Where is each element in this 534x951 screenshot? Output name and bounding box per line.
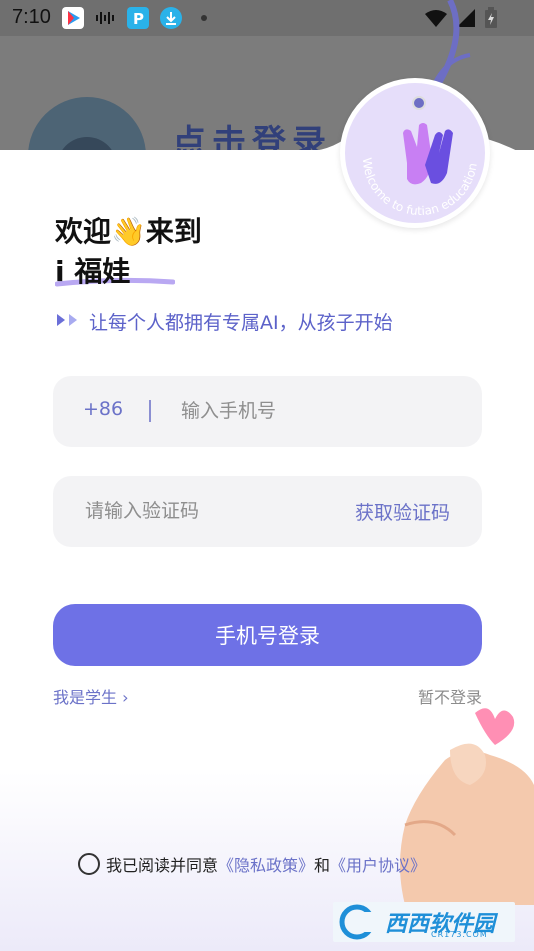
- watermark-url: CR173.COM: [431, 930, 488, 939]
- audio-wave-icon: [94, 7, 116, 29]
- get-code-button[interactable]: 获取验证码: [355, 498, 450, 525]
- agreement-and: 和: [314, 856, 331, 875]
- welcome-tag: Welcome to futian education: [340, 78, 490, 228]
- status-time: 7:10: [12, 6, 51, 28]
- double-chevron-icon: [55, 312, 83, 332]
- agreement-checkbox[interactable]: [78, 853, 100, 875]
- p-app-icon: P: [127, 7, 149, 29]
- tag-graphic: Welcome to futian education: [360, 123, 480, 218]
- slogan-text: 让每个人都拥有专属AI，从孩子开始: [89, 312, 393, 334]
- user-agreement-link[interactable]: 《用户协议》: [330, 852, 426, 876]
- agreement-row: 我已阅读并同意 《隐私政策》 和 《用户协议》: [78, 852, 426, 876]
- download-icon: [160, 7, 182, 29]
- code-field[interactable]: 获取验证码: [53, 476, 482, 547]
- welcome-title: 欢迎👋来到: [55, 215, 202, 248]
- watermark-logo-icon: [339, 904, 381, 940]
- svg-text:P: P: [133, 10, 144, 28]
- status-right: [424, 7, 498, 33]
- agreement-prefix: 我已阅读并同意: [106, 856, 219, 875]
- country-code[interactable]: +86: [83, 398, 123, 420]
- field-divider: [149, 400, 151, 422]
- signal-icon: [456, 8, 476, 32]
- slogan: 让每个人都拥有专属AI，从孩子开始: [55, 308, 393, 335]
- app-name: i 福娃: [55, 255, 131, 288]
- status-bar: 7:10 P: [0, 0, 534, 36]
- phone-field[interactable]: +86: [53, 376, 482, 447]
- phone-input[interactable]: [181, 396, 461, 426]
- student-link[interactable]: 我是学生 ›: [53, 684, 129, 708]
- watermark: 西西软件园 CR173.COM: [333, 902, 515, 942]
- wifi-icon: [424, 8, 448, 32]
- privacy-policy-link[interactable]: 《隐私政策》: [218, 852, 314, 876]
- phone-login-button[interactable]: 手机号登录: [53, 604, 482, 666]
- battery-icon: [484, 7, 498, 33]
- dot-icon: [198, 7, 220, 29]
- play-store-icon: [62, 7, 84, 29]
- verification-code-input[interactable]: [85, 496, 325, 526]
